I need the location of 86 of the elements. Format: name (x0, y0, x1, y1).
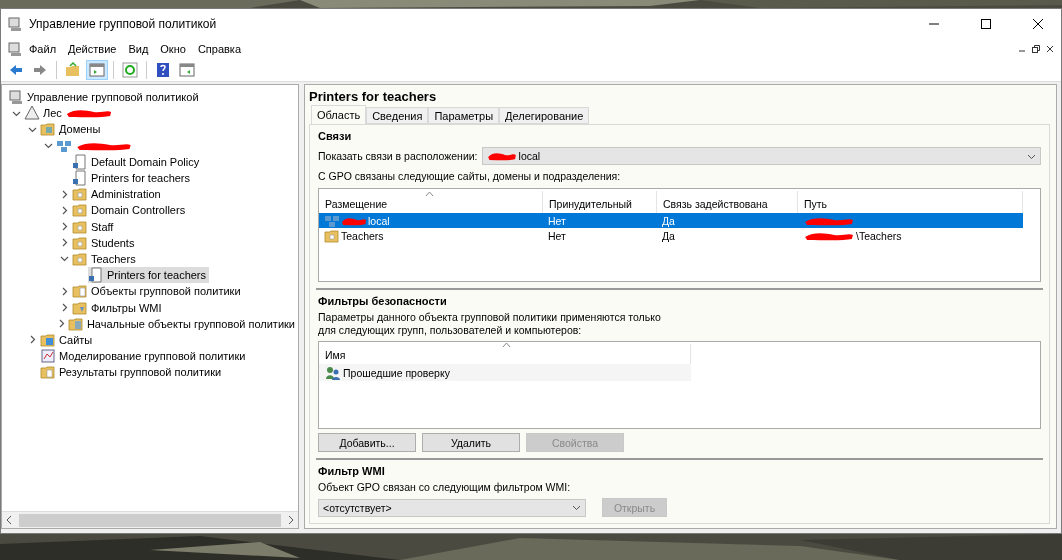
field-label: Объект GPO связан со следующим фильтром WMI: (318, 481, 572, 494)
tree-item[interactable]: Staff (72, 218, 117, 235)
section-heading: Фильтры безопасности (318, 295, 448, 307)
tree-item[interactable]: Начальные объекты групповой политики (67, 315, 298, 332)
computer-icon (7, 40, 23, 57)
tree-item[interactable]: Объекты групповой политики (72, 283, 244, 300)
tree-item[interactable]: Сайты (40, 331, 96, 348)
folder-icon (40, 331, 56, 348)
tree-item[interactable]: Домены (40, 121, 104, 138)
folder-icon (40, 121, 56, 138)
tab[interactable]: Делегирование (499, 107, 590, 124)
tree-item[interactable]: Моделирование групповой политики (40, 348, 249, 365)
list-item[interactable]: Прошедшие проверку (319, 364, 691, 381)
menu-item[interactable]: Файл (23, 42, 63, 55)
folder-icon (72, 283, 88, 300)
menu-item[interactable]: Окно (154, 42, 192, 55)
folder-icon (324, 227, 340, 244)
restore-icon[interactable] (1031, 43, 1041, 54)
help-icon (155, 61, 171, 78)
wmi-filter-dropdown[interactable]: <отсутствует> (318, 498, 586, 517)
tree-item[interactable]: Default Domain Policy (72, 153, 203, 170)
chevron-icon[interactable] (59, 254, 69, 264)
table-caption: С GPO связаны следующие сайты, домены и подразделения: (318, 170, 622, 183)
close-icon (1033, 19, 1043, 29)
table-cell: local (368, 214, 390, 227)
scrollbar[interactable] (2, 511, 298, 528)
action-button[interactable]: Удалить (422, 433, 520, 452)
document-icon (72, 153, 88, 170)
description-text: Параметры данного объекта групповой политики применяются только для следующих групп, пользователей и компьютеров: (318, 311, 662, 337)
folder-icon (65, 61, 81, 78)
chevron-icon[interactable] (43, 141, 53, 151)
triangle-icon (24, 105, 40, 122)
folder-icon (72, 250, 88, 267)
folder-icon (72, 218, 88, 235)
section-heading: Фильтр WMI (318, 465, 386, 477)
tree-item[interactable]: Printers for teachers (88, 267, 210, 284)
table-cell: \Teachers (856, 229, 902, 242)
chevron-icon[interactable] (57, 319, 67, 329)
pane-title: Printers for teachers (309, 89, 438, 105)
toolbar-button[interactable] (86, 59, 108, 80)
tree-item[interactable]: Фильтры WMI (72, 299, 165, 316)
chevron-icon (572, 503, 581, 512)
tree-item[interactable]: Teachers (72, 250, 139, 267)
folder-icon (72, 299, 88, 316)
tree-item[interactable]: Students (72, 234, 138, 251)
table-cell: Да (662, 214, 675, 227)
tree-item[interactable]: Domain Controllers (72, 202, 189, 219)
chart-icon (40, 348, 56, 365)
tree-item[interactable]: Administration (72, 186, 164, 203)
tab[interactable]: Область (311, 105, 367, 124)
computer-icon (8, 89, 24, 106)
folder-icon (67, 315, 84, 332)
table-cell: Нет (548, 229, 566, 242)
panel-icon (89, 61, 105, 78)
tab[interactable]: Сведения (366, 107, 429, 124)
tree-item[interactable]: Управление групповой политикой (8, 89, 202, 106)
users-icon (325, 364, 341, 381)
menu-item[interactable]: Вид (122, 42, 155, 55)
computer-icon (7, 16, 23, 32)
action-button[interactable]: Добавить... (318, 433, 416, 452)
location-dropdown[interactable]: local (481, 147, 1041, 165)
close-icon[interactable] (1045, 43, 1055, 54)
document-icon (88, 267, 104, 284)
folder-icon (40, 364, 56, 381)
menu-item[interactable]: Справка (191, 42, 248, 55)
tab[interactable]: Параметры (428, 107, 500, 124)
refresh-icon (122, 61, 138, 78)
tree-item[interactable]: Printers for teachers (72, 170, 194, 187)
field-label: Показать связи в расположении: (318, 149, 478, 163)
menu-item[interactable]: Действие (62, 42, 123, 55)
folder-icon (72, 202, 88, 219)
table-row[interactable]: Teachers Нет Да \Teachers (319, 228, 1023, 243)
table-cell: Нет (548, 214, 566, 227)
table-cell: Да (662, 229, 675, 242)
toolbar-button[interactable] (119, 59, 141, 80)
section-heading: Связи (318, 130, 353, 142)
tree-item[interactable]: Лес (24, 105, 116, 122)
table-cell: Teachers (341, 229, 384, 242)
folder-icon (72, 186, 88, 203)
window-title: Управление групповой политикой (29, 17, 218, 31)
document-icon (72, 170, 88, 187)
table-row[interactable]: local Нет Да (319, 213, 1023, 228)
tree-item[interactable]: Результаты групповой политики (40, 364, 225, 381)
maximize-icon (981, 19, 991, 29)
folder-icon (72, 234, 88, 251)
panel-icon (179, 61, 195, 78)
